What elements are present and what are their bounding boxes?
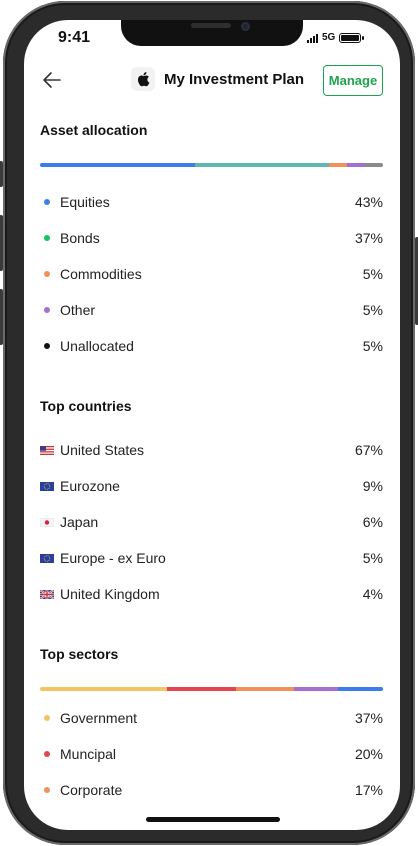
country-value: 9% (362, 478, 383, 494)
speaker (191, 23, 231, 28)
muncipal-dot-icon (44, 751, 50, 757)
country-row-europe-ex-euro: Europe - ex Euro 5% (40, 548, 383, 568)
equities-dot-icon (44, 199, 50, 205)
home-indicator[interactable] (146, 817, 280, 822)
sector-bar-segment-remaining (338, 687, 383, 691)
sector-value: 20% (354, 746, 383, 762)
sector-row-corporate: Corporate 17% (40, 780, 383, 800)
unallocated-dot-icon (44, 343, 50, 349)
asset-value: 5% (362, 302, 383, 318)
asset-allocation-title: Asset allocation (40, 122, 148, 138)
asset-value: 37% (354, 230, 383, 246)
commodities-dot-icon (44, 271, 50, 277)
government-dot-icon (44, 715, 50, 721)
sector-label: Corporate (60, 782, 123, 798)
country-value: 6% (362, 514, 383, 530)
asset-label: Unallocated (60, 338, 134, 354)
country-label: United Kingdom (60, 586, 160, 602)
corporate-dot-icon (44, 787, 50, 793)
status-time: 9:41 (58, 29, 91, 46)
asset-row-equities: Equities 43% (40, 192, 383, 212)
asset-allocation-bar (40, 163, 383, 167)
battery-icon (339, 32, 365, 43)
eu-flag-icon (40, 553, 54, 563)
asset-row-commodities: Commodities 5% (40, 264, 383, 284)
country-row-united-kingdom: United Kingdom 4% (40, 584, 383, 604)
country-label: United States (60, 442, 145, 458)
uk-flag-icon (40, 589, 54, 599)
sector-bar-segment-corporate (235, 687, 294, 691)
country-value: 5% (362, 550, 383, 566)
eu-flag-icon (40, 481, 54, 491)
asset-label: Commodities (60, 266, 142, 282)
asset-bar-segment-commodities (328, 163, 347, 167)
country-value: 67% (354, 442, 383, 458)
volume-down-button (0, 289, 3, 345)
back-arrow-icon[interactable] (40, 68, 64, 92)
manage-button[interactable]: Manage (323, 65, 383, 96)
country-label: Japan (60, 514, 99, 530)
asset-bar-segment-unallocated (364, 163, 383, 167)
asset-value: 43% (354, 194, 383, 210)
country-row-japan: Japan 6% (40, 512, 383, 532)
asset-bar-segment-equities (40, 163, 196, 167)
asset-value: 5% (362, 338, 383, 354)
mute-switch (0, 161, 3, 187)
sector-row-muncipal: Muncipal 20% (40, 744, 383, 764)
app-screen: 9:41 5G My Investment Plan Manage Asset … (24, 20, 400, 830)
other-dot-icon (44, 307, 50, 313)
sector-bar-segment-muncipal (166, 687, 236, 691)
us-flag-icon (40, 445, 54, 455)
bonds-dot-icon (44, 235, 50, 241)
asset-label: Bonds (60, 230, 100, 246)
top-sectors-bar (40, 687, 383, 691)
phone-frame: 9:41 5G My Investment Plan Manage Asset … (0, 1, 418, 845)
sector-value: 17% (354, 782, 383, 798)
apple-logo-icon (131, 67, 155, 91)
asset-bar-segment-bonds (195, 163, 329, 167)
volume-up-button (0, 215, 3, 271)
sector-row-government: Government 37% (40, 708, 383, 728)
sector-bar-segment-government (40, 687, 167, 691)
asset-value: 5% (362, 266, 383, 282)
network-type: 5G (322, 32, 336, 43)
asset-row-bonds: Bonds 37% (40, 228, 383, 248)
signal-icon (307, 33, 318, 43)
sector-value: 37% (354, 710, 383, 726)
asset-label: Other (60, 302, 96, 318)
status-indicators: 5G (307, 32, 365, 43)
asset-row-other: Other 5% (40, 300, 383, 320)
notch (121, 20, 303, 46)
japan-flag-icon (40, 517, 54, 527)
sector-label: Government (60, 710, 138, 726)
asset-bar-segment-other (346, 163, 365, 167)
top-sectors-title: Top sectors (40, 646, 119, 662)
country-row-eurozone: Eurozone 9% (40, 476, 383, 496)
sector-label: Muncipal (60, 746, 117, 762)
sector-bar-segment-other (293, 687, 339, 691)
country-label: Europe - ex Euro (60, 550, 166, 566)
asset-label: Equities (60, 194, 110, 210)
country-label: Eurozone (60, 478, 120, 494)
top-countries-title: Top countries (40, 398, 132, 414)
front-camera (241, 22, 250, 31)
page-title: My Investment Plan (164, 71, 305, 88)
asset-row-unallocated: Unallocated 5% (40, 336, 383, 356)
country-value: 4% (362, 586, 383, 602)
country-row-united-states: United States 67% (40, 440, 383, 460)
